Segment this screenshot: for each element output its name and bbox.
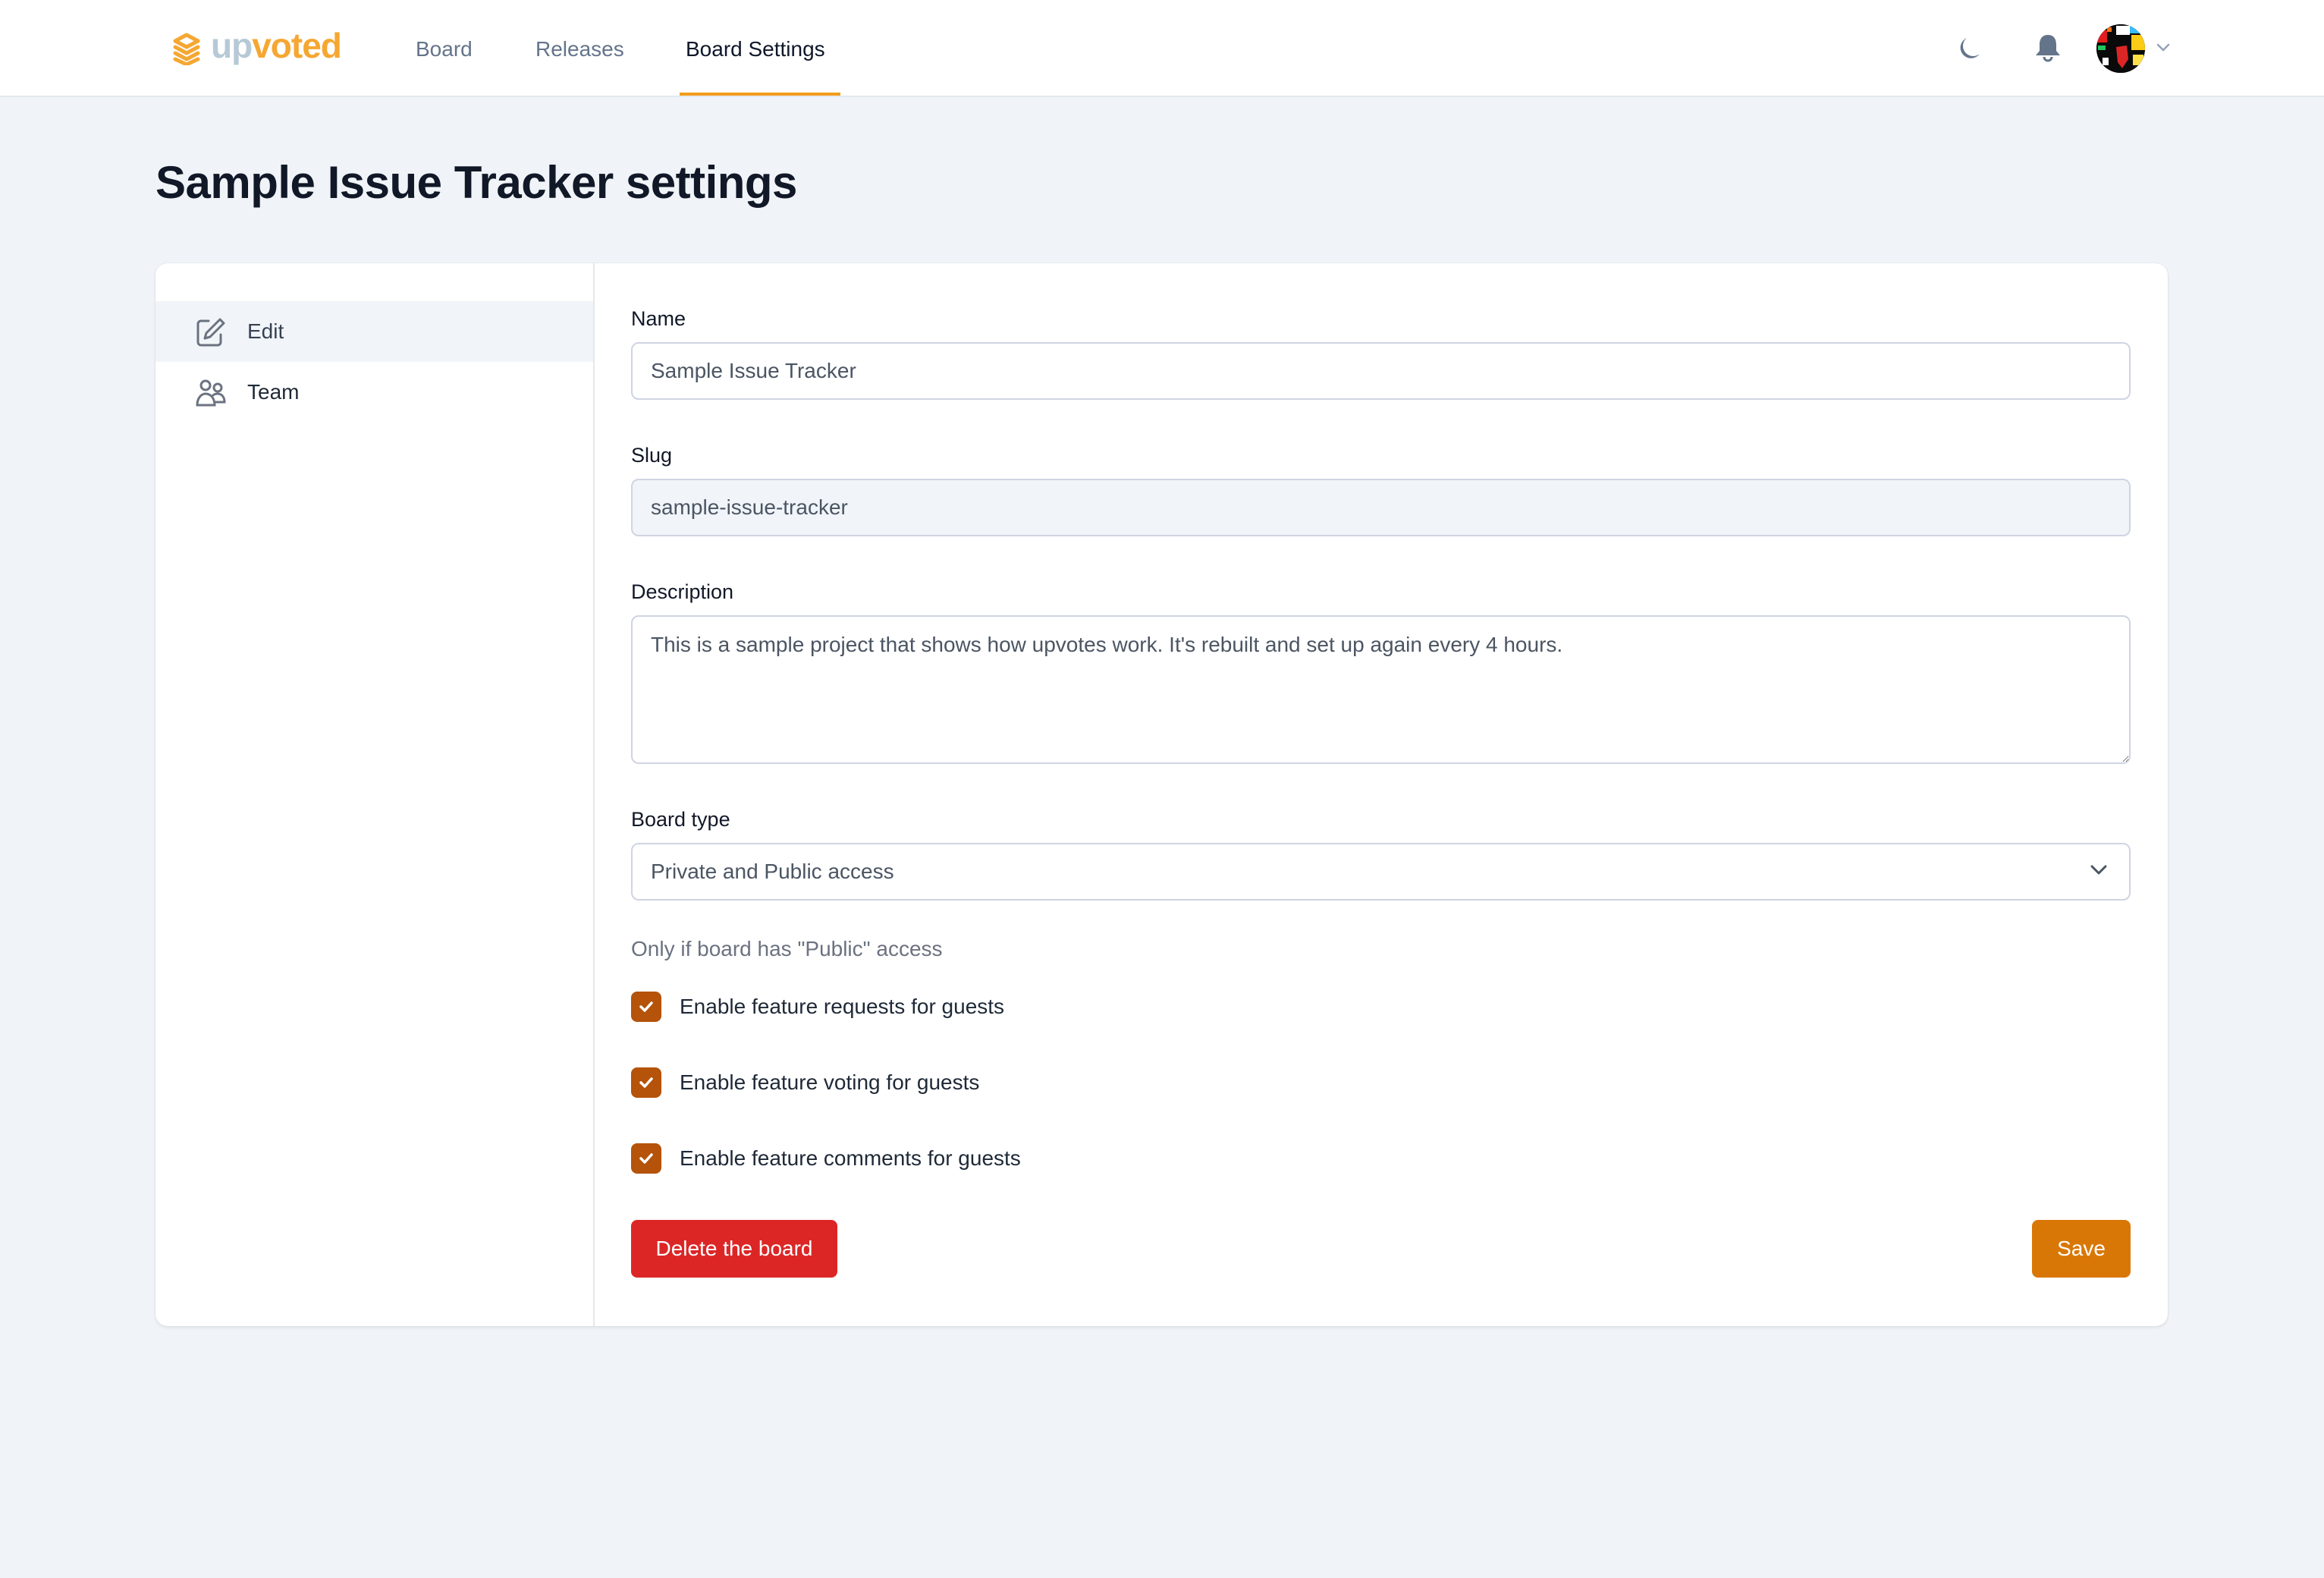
card-divider <box>593 263 595 1326</box>
logo-text-up: up <box>211 26 253 65</box>
description-label: Description <box>631 580 734 603</box>
public-access-hint: Only if board has "Public" access <box>631 937 943 960</box>
board-type-value: Private and Public access <box>651 860 894 883</box>
chevron-down-icon <box>2156 43 2170 52</box>
checkmark-icon <box>639 1077 653 1088</box>
chevron-down-icon <box>2090 865 2107 875</box>
checkbox[interactable] <box>631 1143 661 1174</box>
active-tab-indicator <box>680 93 840 96</box>
logo-text: upvoted <box>211 26 342 65</box>
notifications-button[interactable] <box>2033 32 2063 65</box>
name-input[interactable] <box>631 342 2131 400</box>
top-navbar: upvoted Board Releases Board Settings <box>0 0 2324 97</box>
logo[interactable]: upvoted <box>171 26 342 70</box>
sidebar-item-label: Edit <box>247 319 284 343</box>
checkmark-icon <box>639 1153 653 1164</box>
nav-releases[interactable]: Releases <box>535 0 624 97</box>
checkbox-label: Enable feature voting for guests <box>680 1070 980 1094</box>
checkbox-feature-requests[interactable]: Enable feature requests for guests <box>631 992 1004 1022</box>
sidebar-item-label: Team <box>247 380 300 404</box>
slug-label: Slug <box>631 444 673 467</box>
checkbox-label: Enable feature comments for guests <box>680 1146 1021 1170</box>
layers-icon <box>173 33 200 65</box>
avatar-image <box>2096 24 2145 73</box>
nav-board-settings[interactable]: Board Settings <box>686 0 825 97</box>
checkmark-icon <box>639 1001 653 1012</box>
bell-icon <box>2036 35 2060 62</box>
pencil-square-icon <box>196 318 225 347</box>
checkbox[interactable] <box>631 1067 661 1098</box>
moon-icon <box>1960 38 1980 58</box>
delete-board-button[interactable]: Delete the board <box>631 1220 837 1278</box>
board-type-select[interactable]: Private and Public access <box>631 843 2131 901</box>
save-button[interactable]: Save <box>2032 1220 2131 1278</box>
description-textarea[interactable]: This is a sample project that shows how … <box>631 615 2131 764</box>
nav-board[interactable]: Board <box>416 0 473 97</box>
user-avatar[interactable] <box>2096 24 2145 73</box>
checkbox-feature-voting[interactable]: Enable feature voting for guests <box>631 1067 979 1098</box>
sidebar-item-team[interactable]: Team <box>155 362 593 423</box>
theme-toggle-button[interactable] <box>1954 33 1984 64</box>
name-label: Name <box>631 307 686 330</box>
users-icon <box>196 379 226 407</box>
checkbox-feature-comments[interactable]: Enable feature comments for guests <box>631 1143 1021 1174</box>
board-type-label: Board type <box>631 808 730 831</box>
checkbox-label: Enable feature requests for guests <box>680 995 1005 1018</box>
settings-card: Edit Team Name Slug Description This is … <box>155 263 2168 1326</box>
user-menu-toggle[interactable] <box>2156 42 2170 52</box>
page-title: Sample Issue Tracker settings <box>155 157 797 208</box>
logo-text-voted: voted <box>252 26 342 65</box>
checkbox[interactable] <box>631 992 661 1022</box>
slug-input[interactable] <box>631 479 2131 536</box>
sidebar-item-edit[interactable]: Edit <box>155 301 593 362</box>
